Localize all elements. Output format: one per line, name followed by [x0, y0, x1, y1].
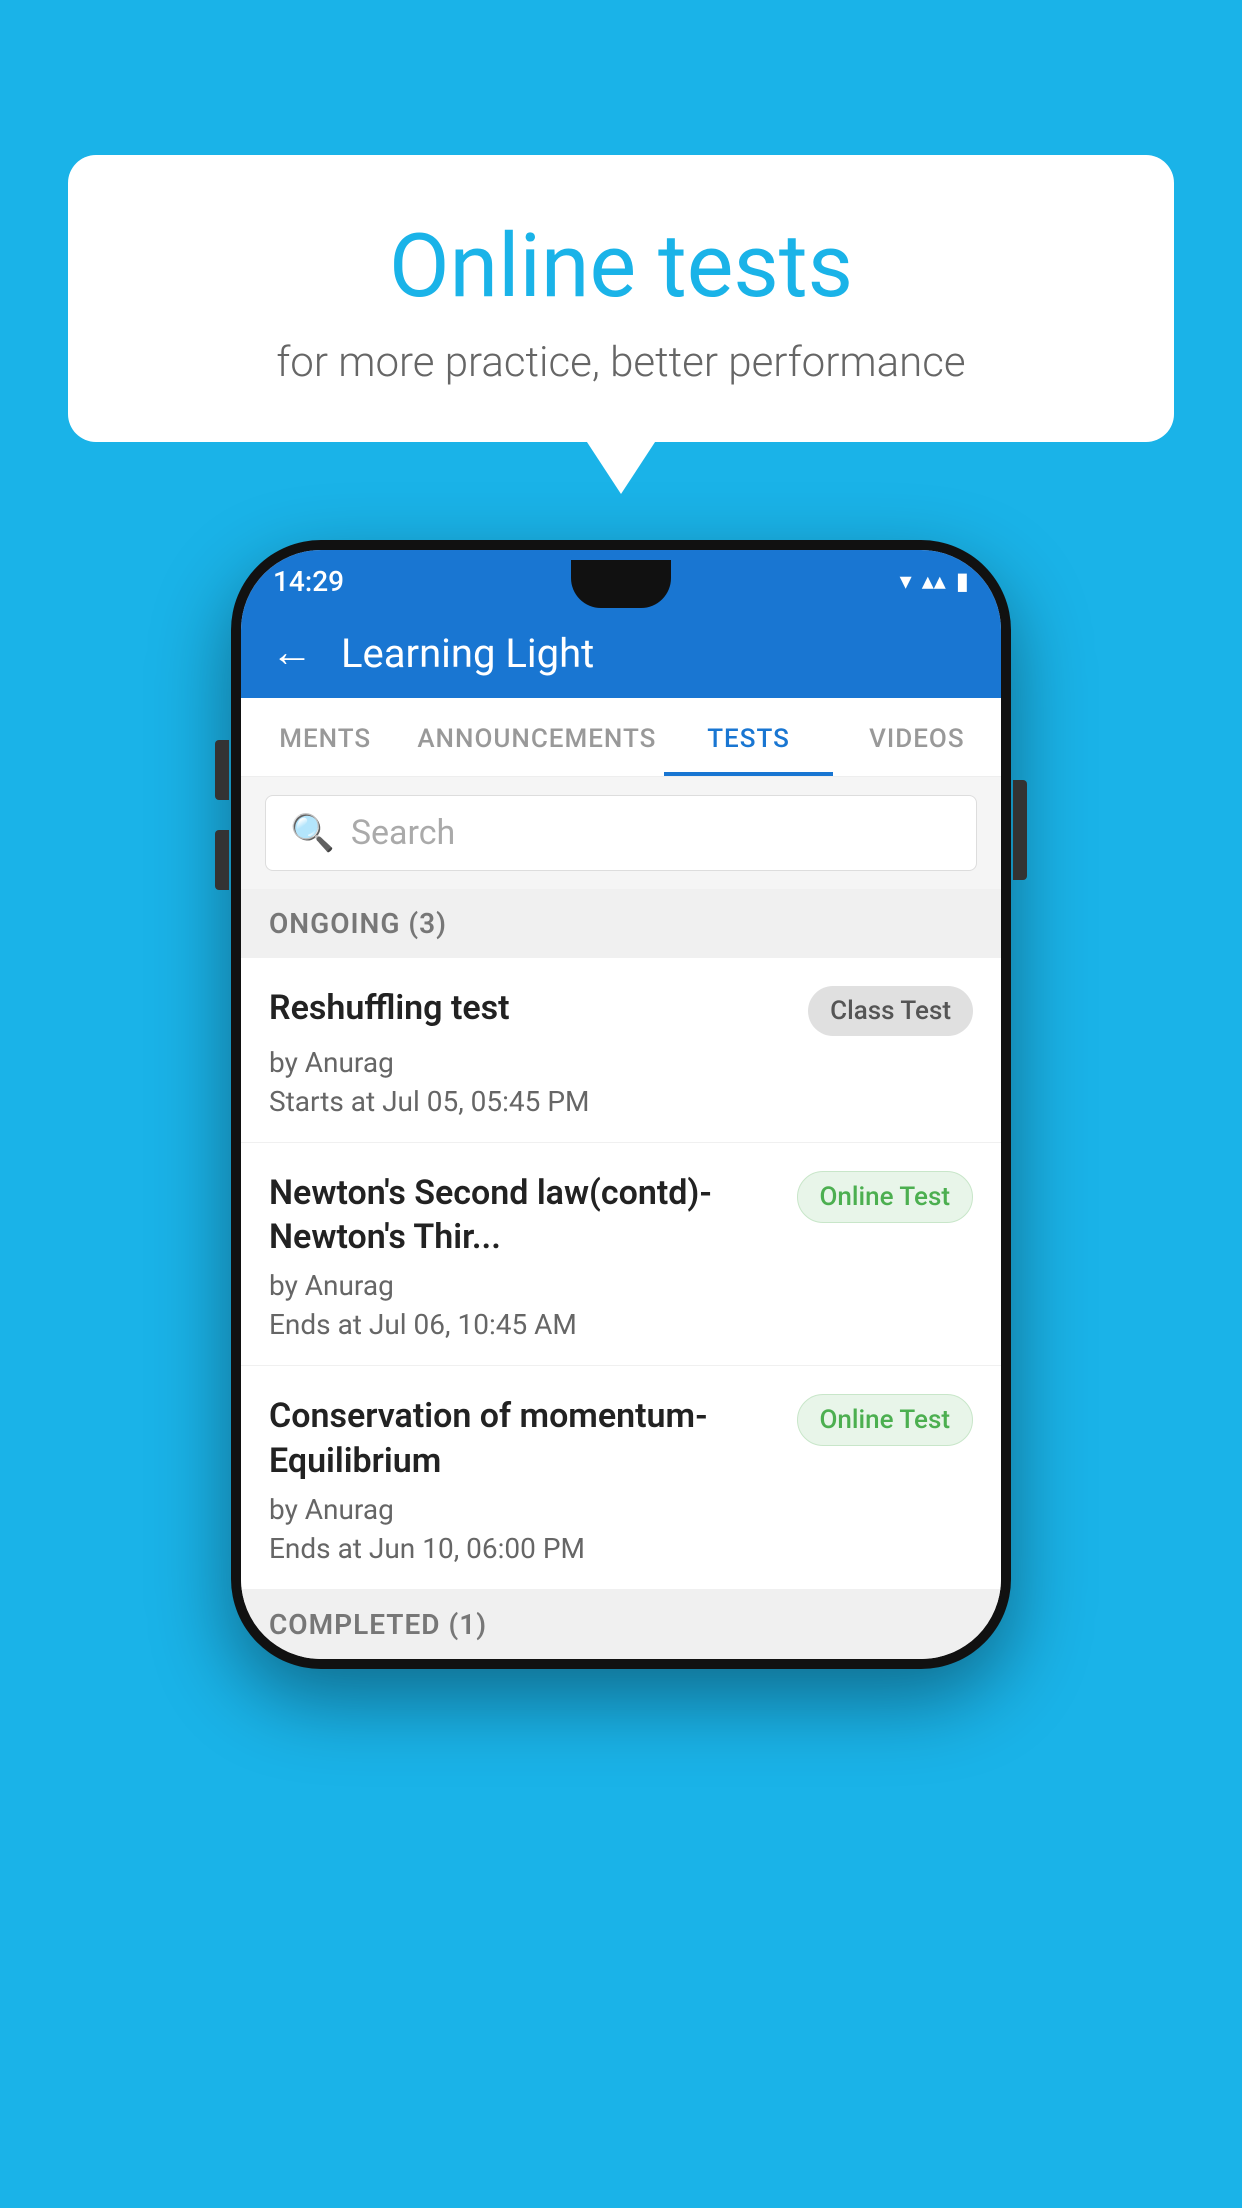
- volume-down-button: [215, 830, 229, 890]
- test-badge: Class Test: [808, 986, 973, 1036]
- tab-announcements[interactable]: ANNOUNCEMENTS: [409, 698, 664, 776]
- battery-icon: ▮: [956, 567, 969, 595]
- test-author: by Anurag: [269, 1493, 973, 1526]
- search-icon: 🔍: [290, 812, 335, 854]
- promo-bubble: Online tests for more practice, better p…: [68, 155, 1174, 442]
- test-name: Reshuffling test: [269, 986, 788, 1030]
- phone-screen: 14:29 ▾ ▴▴ ▮ ← Learning Light MENTS ANNO…: [241, 550, 1001, 1659]
- app-title: Learning Light: [341, 630, 594, 677]
- phone-notch: [571, 560, 671, 608]
- ongoing-section-header: ONGOING (3): [241, 889, 1001, 958]
- search-input[interactable]: Search: [351, 813, 455, 853]
- app-header: ← Learning Light: [241, 608, 1001, 698]
- signal-icon: ▴▴: [922, 567, 946, 595]
- test-item[interactable]: Reshuffling test Class Test by Anurag St…: [241, 958, 1001, 1143]
- test-badge: Online Test: [797, 1394, 974, 1446]
- completed-section-header: COMPLETED (1): [241, 1590, 1001, 1659]
- search-bar[interactable]: 🔍 Search: [265, 795, 977, 871]
- test-time: Ends at Jun 10, 06:00 PM: [269, 1532, 973, 1565]
- tab-videos[interactable]: VIDEOS: [833, 698, 1001, 776]
- power-button: [1013, 780, 1027, 880]
- test-author: by Anurag: [269, 1269, 973, 1302]
- bubble-title: Online tests: [118, 215, 1124, 318]
- phone-mockup: 14:29 ▾ ▴▴ ▮ ← Learning Light MENTS ANNO…: [231, 540, 1011, 1669]
- test-name: Newton's Second law(contd)-Newton's Thir…: [269, 1171, 777, 1259]
- test-item[interactable]: Conservation of momentum-Equilibrium Onl…: [241, 1366, 1001, 1589]
- tab-bar: MENTS ANNOUNCEMENTS TESTS VIDEOS: [241, 698, 1001, 777]
- search-container: 🔍 Search: [241, 777, 1001, 889]
- status-icons: ▾ ▴▴ ▮: [900, 567, 969, 595]
- status-time: 14:29: [273, 565, 344, 598]
- test-author: by Anurag: [269, 1046, 973, 1079]
- bubble-subtitle: for more practice, better performance: [118, 338, 1124, 387]
- tab-tests[interactable]: TESTS: [664, 698, 832, 776]
- test-time: Ends at Jul 06, 10:45 AM: [269, 1308, 973, 1341]
- wifi-icon: ▾: [900, 567, 912, 595]
- test-time: Starts at Jul 05, 05:45 PM: [269, 1085, 973, 1118]
- test-badge: Online Test: [797, 1171, 974, 1223]
- tab-ments[interactable]: MENTS: [241, 698, 409, 776]
- test-item[interactable]: Newton's Second law(contd)-Newton's Thir…: [241, 1143, 1001, 1366]
- phone-frame: 14:29 ▾ ▴▴ ▮ ← Learning Light MENTS ANNO…: [231, 540, 1011, 1669]
- volume-up-button: [215, 740, 229, 800]
- test-name: Conservation of momentum-Equilibrium: [269, 1394, 777, 1482]
- back-button[interactable]: ←: [271, 632, 313, 674]
